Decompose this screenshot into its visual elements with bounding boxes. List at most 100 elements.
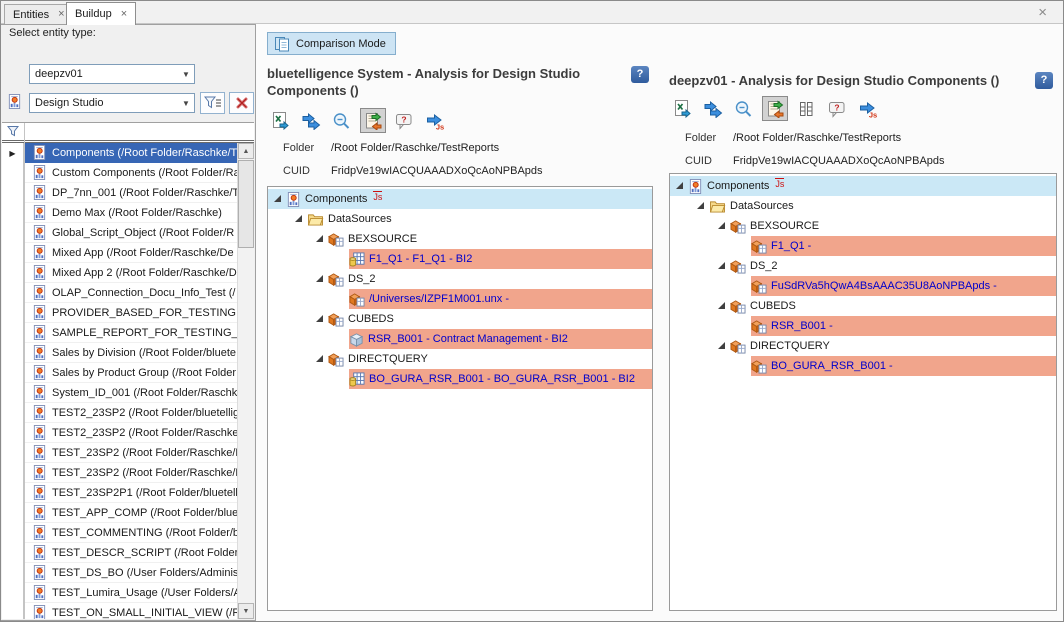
expand-arrow-icon[interactable] <box>676 182 683 189</box>
expand-arrow-icon[interactable] <box>697 202 704 209</box>
tree-row[interactable]: DataSources <box>268 209 652 229</box>
tree-row[interactable]: F1_Q1 - F1_Q1 - BI2 <box>268 249 652 269</box>
entity-row[interactable]: Demo Max (/Root Folder/Raschke) <box>2 203 237 223</box>
entity-row[interactable]: Sales by Division (/Root Folder/bluete <box>2 343 237 363</box>
entity-row[interactable]: TEST2_23SP2 (/Root Folder/bluetellig <box>2 403 237 423</box>
entity-row-label: SAMPLE_REPORT_FOR_TESTING_M ( <box>52 327 237 339</box>
expand-arrow-icon[interactable] <box>718 342 725 349</box>
expand-arrow-icon[interactable] <box>274 195 281 202</box>
tree-row[interactable]: FuSdRVa5hQwA4BsAAAC35U8AoNPBApds - <box>670 276 1056 296</box>
cube-icon <box>328 232 344 247</box>
clear-filter-button[interactable] <box>229 92 254 114</box>
entity-row[interactable]: TEST_ON_SMALL_INITIAL_VIEW (/Rc <box>2 603 237 619</box>
entity-row[interactable]: OLAP_Connection_Docu_Info_Test (/ <box>2 283 237 303</box>
scrollbar[interactable]: ▲ ▼ <box>237 143 254 619</box>
tree-row[interactable]: DS_2 <box>268 269 652 289</box>
entity-row[interactable]: TEST_Lumira_Usage (/User Folders/A <box>2 583 237 603</box>
chevron-down-icon[interactable]: ▼ <box>178 99 194 108</box>
tree-row-band: BO_GURA_RSR_B001 - <box>751 356 1056 376</box>
compare-button[interactable] <box>762 96 788 121</box>
filter-button[interactable] <box>200 92 225 114</box>
tree-row[interactable]: DS_2 <box>670 256 1056 276</box>
columns-button[interactable] <box>793 96 819 121</box>
help-icon[interactable]: ? <box>631 66 649 83</box>
excel-export-button[interactable] <box>669 96 695 121</box>
cube-icon <box>751 279 767 294</box>
chevron-down-icon[interactable]: ▼ <box>178 70 194 79</box>
expand-arrow-icon[interactable] <box>316 235 323 242</box>
cuid-label: CUID <box>685 155 733 167</box>
tab-close-icon[interactable]: × <box>58 9 64 20</box>
system-select[interactable]: deepzv01 ▼ <box>29 64 195 84</box>
entity-row-cell: Sales by Division (/Root Folder/bluete <box>24 343 237 363</box>
tree-row[interactable]: RSR_B001 - Contract Management - BI2 <box>268 329 652 349</box>
tree-row[interactable]: RSR_B001 - <box>670 316 1056 336</box>
tree-row[interactable]: BO_GURA_RSR_B001 - BO_GURA_RSR_B001 - BI… <box>268 369 652 389</box>
tab-entities[interactable]: Entities × <box>4 4 74 24</box>
expand-arrow-icon[interactable] <box>316 275 323 282</box>
tree-row[interactable]: ComponentsJs <box>670 176 1056 196</box>
entity-type-select[interactable]: Design Studio ▼ <box>29 93 195 113</box>
tree-row-band: CUBEDS <box>730 296 1056 316</box>
tree-row[interactable]: BEXSOURCE <box>268 229 652 249</box>
transport-button[interactable] <box>298 108 324 133</box>
js-export-button[interactable]: Js <box>855 96 881 121</box>
entity-row[interactable]: System_ID_001 (/Root Folder/Raschk <box>2 383 237 403</box>
entity-row[interactable]: TEST_23SP2P1 (/Root Folder/bluetelli <box>2 483 237 503</box>
entity-row[interactable]: TEST_COMMENTING (/Root Folder/bl <box>2 523 237 543</box>
entity-row[interactable]: DP_7nn_001 (/Root Folder/Raschke/T <box>2 183 237 203</box>
entity-sidebar: Select entity type: deepzv01 ▼ Design St… <box>1 24 256 621</box>
entity-row[interactable]: Global_Script_Object (/Root Folder/R <box>2 223 237 243</box>
tree-row[interactable]: DataSources <box>670 196 1056 216</box>
tree-row[interactable]: CUBEDS <box>268 309 652 329</box>
js-export-button[interactable]: Js <box>422 108 448 133</box>
tree-row[interactable]: ComponentsJs <box>268 189 652 209</box>
expand-arrow-icon[interactable] <box>316 355 323 362</box>
entity-row[interactable]: TEST_23SP2 (/Root Folder/Raschke/D <box>2 443 237 463</box>
entity-row[interactable]: TEST_DESCR_SCRIPT (/Root Folder/F <box>2 543 237 563</box>
tree-row[interactable]: BO_GURA_RSR_B001 - <box>670 356 1056 376</box>
entity-row[interactable]: TEST_APP_COMP (/Root Folder/bluet <box>2 503 237 523</box>
scroll-down-button[interactable]: ▼ <box>238 603 254 619</box>
entity-row[interactable]: TEST2_23SP2 (/Root Folder/Raschke, <box>2 423 237 443</box>
tree-row[interactable]: BEXSOURCE <box>670 216 1056 236</box>
tree-row[interactable]: CUBEDS <box>670 296 1056 316</box>
folder-label: Folder <box>283 142 331 154</box>
compare-button[interactable] <box>360 108 386 133</box>
expand-arrow-icon[interactable] <box>295 215 302 222</box>
help-bubble-button[interactable]: ? <box>391 108 417 133</box>
expand-arrow-icon[interactable] <box>316 315 323 322</box>
help-icon[interactable]: ? <box>1035 72 1053 89</box>
expand-arrow-icon[interactable] <box>718 222 725 229</box>
scroll-up-button[interactable]: ▲ <box>238 143 254 159</box>
entity-row[interactable]: TEST_23SP2 (/Root Folder/Raschke/L <box>2 463 237 483</box>
entity-row[interactable]: PROVIDER_BASED_FOR_TESTING (/F <box>2 303 237 323</box>
zoom-out-button[interactable] <box>329 108 355 133</box>
window-close-icon[interactable]: × <box>1038 4 1047 21</box>
entity-row[interactable]: TEST_DS_BO (/User Folders/Administ <box>2 563 237 583</box>
tree-row[interactable]: DIRECTQUERY <box>670 336 1056 356</box>
entity-row[interactable]: Sales by Product Group (/Root Folder <box>2 363 237 383</box>
tab-buildup[interactable]: Buildup × <box>66 2 136 25</box>
zoom-out-button[interactable] <box>731 96 757 121</box>
tree-row[interactable]: DIRECTQUERY <box>268 349 652 369</box>
expand-arrow-icon[interactable] <box>718 302 725 309</box>
tree-row[interactable]: /Universes/IZPF1M001.unx - <box>268 289 652 309</box>
entity-row[interactable]: SAMPLE_REPORT_FOR_TESTING_M ( <box>2 323 237 343</box>
report-icon <box>32 165 47 180</box>
tab-close-icon[interactable]: × <box>121 9 127 20</box>
expand-arrow-icon[interactable] <box>718 262 725 269</box>
transport-button[interactable] <box>700 96 726 121</box>
excel-export-button[interactable] <box>267 108 293 133</box>
scrollbar-thumb[interactable] <box>238 160 254 248</box>
help-bubble-button[interactable]: ? <box>824 96 850 121</box>
report-icon <box>7 94 22 109</box>
tree-row[interactable]: F1_Q1 - <box>670 236 1056 256</box>
entity-row[interactable]: Custom Components (/Root Folder/Ra <box>2 163 237 183</box>
funnel-icon[interactable] <box>7 125 19 137</box>
entity-row[interactable]: Mixed App (/Root Folder/Raschke/De <box>2 243 237 263</box>
entity-row[interactable]: Mixed App 2 (/Root Folder/Raschke/D <box>2 263 237 283</box>
entity-type-select-value: Design Studio <box>30 97 178 109</box>
entity-row[interactable]: ▶Components (/Root Folder/Raschke/T <box>2 143 237 163</box>
row-gutter <box>2 243 24 263</box>
